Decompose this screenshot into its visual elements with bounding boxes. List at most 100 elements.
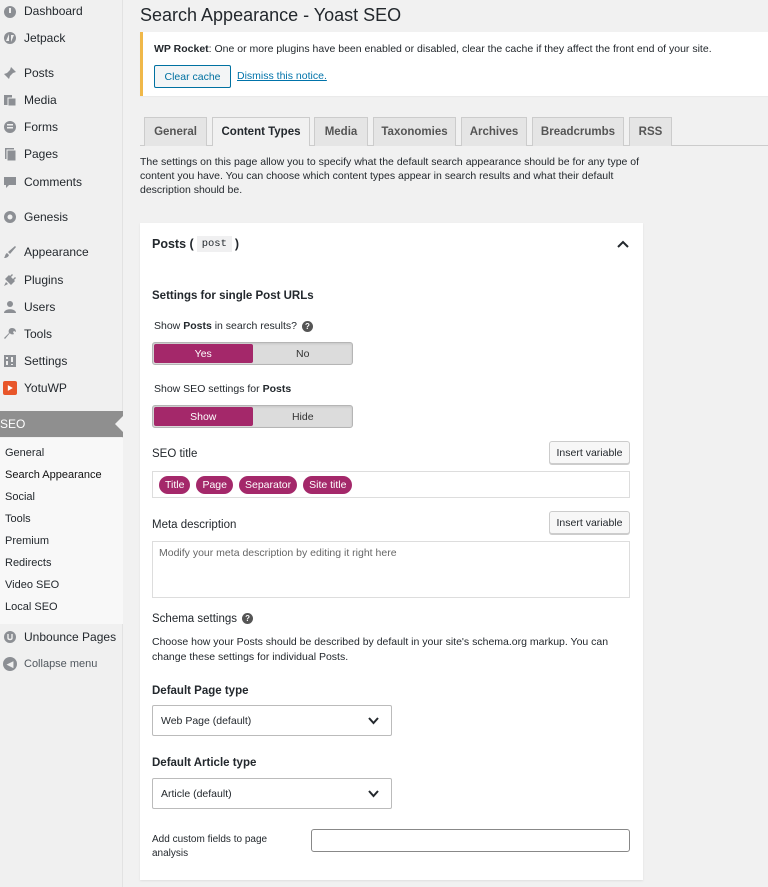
submenu-search-appearance[interactable]: Search Appearance: [5, 469, 102, 481]
label-pre: Show: [154, 320, 184, 332]
menu-item-pages[interactable]: Pages: [0, 141, 123, 167]
menu-item-media[interactable]: Media: [0, 87, 123, 113]
menu-item-yotuwp[interactable]: YotuWP: [0, 375, 123, 401]
single-url-heading: Settings for single Post URLs: [152, 290, 314, 302]
menu-label: Appearance: [24, 245, 89, 259]
menu-label: Plugins: [24, 273, 64, 287]
tab-media[interactable]: Media: [314, 117, 368, 146]
insert-variable-button[interactable]: Insert variable: [549, 441, 630, 464]
article-type-label: Default Article type: [152, 757, 257, 769]
pin-icon: [3, 66, 17, 80]
pages-icon: [3, 147, 17, 161]
meta-description-editor[interactable]: Modify your meta description by editing …: [152, 541, 630, 598]
menu-item-tools[interactable]: Tools: [0, 321, 123, 347]
menu-item-posts[interactable]: Posts: [0, 60, 123, 86]
toggle-show[interactable]: Show: [154, 407, 253, 426]
variable-pill[interactable]: Separator: [238, 475, 298, 494]
submenu-premium[interactable]: Premium: [5, 535, 49, 547]
custom-fields-input[interactable]: [311, 829, 630, 852]
user-icon: [3, 300, 17, 314]
variable-pill[interactable]: Site title: [303, 475, 353, 494]
menu-item-jetpack[interactable]: Jetpack: [0, 25, 123, 51]
label-post: in search results?: [211, 320, 297, 332]
label-pre: Show SEO settings for: [154, 383, 263, 395]
menu-label: Dashboard: [24, 4, 83, 18]
menu-item-genesis[interactable]: Genesis: [0, 204, 123, 230]
label-bold: Posts: [183, 320, 212, 332]
submenu-tools[interactable]: Tools: [5, 513, 31, 525]
clear-cache-button[interactable]: Clear cache: [154, 65, 231, 88]
panel-header[interactable]: Posts ( post ): [152, 236, 239, 252]
help-icon[interactable]: ?: [242, 613, 254, 625]
seo-title-label: SEO title: [152, 448, 198, 460]
play-icon: [3, 381, 17, 395]
menu-item-plugins[interactable]: Plugins: [0, 267, 123, 293]
jetpack-icon: [3, 31, 17, 45]
menu-item-forms[interactable]: Forms: [0, 114, 123, 140]
submenu-local-seo[interactable]: Local SEO: [5, 601, 58, 613]
article-type-select[interactable]: Article (default): [152, 778, 392, 809]
wrench-icon: [3, 327, 17, 341]
notice-bold: WP Rocket: [154, 43, 209, 55]
menu-item-users[interactable]: Users: [0, 294, 123, 320]
comment-icon: [3, 175, 17, 189]
menu-item-appearance[interactable]: Appearance: [0, 239, 123, 265]
submenu-redirects[interactable]: Redirects: [5, 557, 51, 569]
toggle-hide[interactable]: Hide: [254, 406, 353, 427]
submenu-social[interactable]: Social: [5, 491, 35, 503]
menu-item-unbounce[interactable]: Unbounce Pages: [0, 624, 123, 650]
menu-label: SEO: [0, 417, 26, 431]
brush-icon: [3, 245, 17, 259]
label-bold: Posts: [262, 383, 292, 395]
menu-label: Comments: [24, 175, 83, 189]
page-type-select[interactable]: Web Page (default): [152, 705, 392, 736]
submenu-video-seo[interactable]: Video SEO: [5, 579, 59, 591]
tab-content-types[interactable]: Content Types: [212, 117, 310, 147]
menu-item-comments[interactable]: Comments: [0, 169, 123, 195]
toggle-no[interactable]: No: [254, 343, 353, 364]
show-in-search-label: Show Posts in search results??: [154, 320, 313, 332]
tab-taxonomies[interactable]: Taxonomies: [373, 117, 456, 146]
seo-title-editor[interactable]: Title Page Separator Site title: [152, 471, 630, 498]
tab-archives[interactable]: Archives: [461, 117, 527, 146]
menu-label: Settings: [24, 354, 68, 368]
collapse-label: Collapse menu: [24, 658, 98, 670]
menu-item-dashboard[interactable]: Dashboard: [0, 0, 123, 24]
schema-description: Choose how your Posts should be describe…: [152, 636, 609, 663]
show-seo-settings-toggle[interactable]: Show Hide: [152, 405, 353, 428]
page-title: Search Appearance - Yoast SEO: [140, 5, 402, 25]
chevron-down-icon: [368, 717, 379, 725]
dashboard-icon: [3, 4, 17, 18]
show-in-search-toggle[interactable]: Yes No: [152, 342, 353, 365]
help-icon[interactable]: ?: [302, 320, 313, 332]
tab-rss[interactable]: RSS: [629, 117, 672, 146]
genesis-icon: [3, 210, 17, 224]
insert-variable-button[interactable]: Insert variable: [549, 511, 630, 534]
collapse-menu-button[interactable]: ◀ Collapse menu: [0, 654, 97, 674]
panel-title-suffix: ): [234, 237, 240, 251]
schema-settings-heading: Schema settings?: [152, 613, 254, 625]
media-icon: [3, 93, 17, 107]
menu-label: Users: [24, 300, 56, 314]
post-type-code: post: [196, 236, 232, 252]
menu-item-seo[interactable]: SEO: [0, 411, 123, 440]
variable-pill[interactable]: Title: [159, 475, 191, 494]
submenu-general[interactable]: General: [5, 447, 44, 459]
panel-title-prefix: Posts (: [152, 237, 194, 251]
menu-label: Tools: [24, 327, 53, 341]
menu-item-settings[interactable]: Settings: [0, 348, 123, 374]
chevron-up-icon[interactable]: [617, 239, 629, 249]
tab-breadcrumbs[interactable]: Breadcrumbs: [532, 117, 624, 146]
variable-pill[interactable]: Page: [196, 475, 233, 494]
menu-label: Media: [24, 93, 57, 107]
page-type-label: Default Page type: [152, 685, 249, 697]
menu-label: YotuWP: [24, 381, 67, 395]
notice-text: : One or more plugins have been enabled …: [208, 43, 712, 55]
settings-icon: [3, 354, 17, 368]
dismiss-notice-link[interactable]: Dismiss this notice.: [237, 70, 327, 82]
meta-description-label: Meta description: [152, 519, 237, 531]
notice-message: WP Rocket: One or more plugins have been…: [154, 43, 712, 55]
toggle-yes[interactable]: Yes: [154, 344, 253, 363]
tab-general[interactable]: General: [144, 117, 207, 146]
intro-text: The settings on this page allow you to s…: [140, 156, 640, 196]
